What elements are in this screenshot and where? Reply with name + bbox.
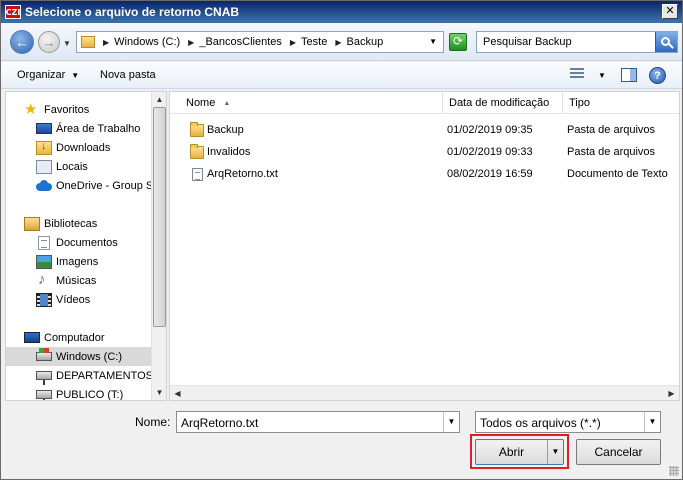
breadcrumb-backup[interactable]: ▶ Backup — [335, 36, 383, 48]
title-bar: CZI Selecione o arquivo de retorno CNAB … — [1, 1, 682, 23]
breadcrumb-teste[interactable]: ▶ Teste — [290, 36, 327, 48]
organize-button[interactable]: Organizar ▼ — [17, 69, 79, 81]
nav-favorites[interactable]: Favoritos — [6, 100, 152, 119]
navigation-bar: ← → ▼ ▶ Windows (C:) ▶ _BancosClientes ▶… — [1, 23, 682, 61]
folder-icon — [81, 36, 95, 48]
nav-item-onedrive[interactable]: OneDrive - Group So — [6, 176, 152, 195]
column-date-modified[interactable]: Data de modificação — [443, 92, 563, 114]
command-bar: Organizar ▼ Nova pasta ▼ ? — [1, 62, 682, 89]
file-type-filter[interactable]: Todos os arquivos (*.*) ▼ — [475, 411, 661, 433]
window-title: Selecione o arquivo de retorno CNAB — [25, 5, 240, 19]
arrow-right-icon: → — [42, 34, 56, 50]
search-input[interactable]: Pesquisar Backup — [483, 36, 572, 48]
nav-item-images[interactable]: Imagens — [6, 252, 152, 271]
nav-computer[interactable]: Computador — [6, 328, 152, 347]
image-icon — [36, 254, 52, 269]
preview-pane-icon[interactable] — [621, 68, 637, 82]
sort-ascending-icon: ▲ — [223, 99, 231, 107]
nav-item-drive-t[interactable]: PUBLICO (T:) — [6, 385, 152, 400]
chevron-right-icon[interactable]: ▶ — [335, 38, 341, 47]
file-row[interactable]: ArqRetorno.txt 08/02/2019 16:59 Document… — [170, 164, 679, 186]
document-icon — [38, 235, 50, 250]
file-list-hscrollbar[interactable]: ◀ ▶ — [170, 385, 679, 400]
file-row[interactable]: Backup 01/02/2019 09:35 Pasta de arquivo… — [170, 120, 679, 142]
scroll-up-icon[interactable]: ▲ — [152, 92, 166, 107]
breadcrumb-bancosclientes[interactable]: ▶ _BancosClientes — [188, 36, 282, 48]
computer-icon — [24, 332, 40, 343]
column-name[interactable]: Nome ▲ — [180, 92, 443, 114]
folder-icon — [190, 122, 204, 137]
file-open-dialog: CZI Selecione o arquivo de retorno CNAB … — [0, 0, 683, 480]
new-folder-button[interactable]: Nova pasta — [100, 69, 156, 81]
close-button[interactable]: ✕ — [662, 4, 678, 19]
navigation-pane: Favoritos Área de Trabalho Downloads Loc… — [5, 91, 167, 401]
nav-item-drive-s[interactable]: DEPARTAMENTOS (S — [6, 366, 152, 385]
view-options-icon[interactable] — [570, 68, 584, 81]
open-button[interactable]: Abrir ▼ — [475, 439, 564, 465]
nav-pane-scrollbar[interactable]: ▲ ▼ — [151, 92, 166, 400]
folder-icon — [190, 144, 204, 159]
nav-item-videos[interactable]: Vídeos — [6, 290, 152, 309]
refresh-icon: ⟳ — [452, 34, 464, 48]
text-file-icon — [192, 168, 203, 181]
network-drive-icon — [36, 390, 52, 400]
scroll-left-icon[interactable]: ◀ — [170, 386, 185, 400]
windows-drive-icon — [36, 348, 52, 361]
recent-locations-dropdown[interactable]: ▼ — [63, 39, 71, 48]
back-button[interactable]: ← — [10, 30, 34, 54]
caret-down-icon: ▼ — [71, 71, 80, 80]
column-header-row: Nome ▲ Data de modificação Tipo — [170, 92, 679, 114]
app-icon: CZI — [5, 5, 21, 19]
navigation-tree: Favoritos Área de Trabalho Downloads Loc… — [6, 92, 152, 400]
file-name-input[interactable]: ArqRetorno.txt ▼ — [176, 411, 460, 433]
scroll-right-icon[interactable]: ▶ — [664, 386, 679, 400]
chevron-down-icon[interactable]: ▼ — [443, 412, 459, 432]
downloads-icon — [36, 140, 52, 155]
arrow-left-icon: ← — [15, 34, 29, 50]
cancel-button[interactable]: Cancelar — [576, 439, 661, 465]
video-icon — [36, 292, 52, 307]
refresh-button[interactable]: ⟳ — [449, 33, 467, 51]
chevron-right-icon[interactable]: ▶ — [188, 38, 194, 47]
address-bar[interactable]: ▶ Windows (C:) ▶ _BancosClientes ▶ Teste… — [76, 31, 444, 53]
view-options-dropdown[interactable]: ▼ — [598, 71, 606, 80]
forward-button[interactable]: → — [38, 31, 60, 53]
search-box[interactable]: Pesquisar Backup — [476, 31, 678, 53]
nav-item-music[interactable]: Músicas — [6, 271, 152, 290]
cloud-icon — [36, 179, 52, 193]
nav-item-locais[interactable]: Locais — [6, 157, 152, 176]
chevron-right-icon[interactable]: ▶ — [290, 38, 296, 47]
file-list: Nome ▲ Data de modificação Tipo Backup 01… — [169, 91, 680, 401]
recent-places-icon — [36, 159, 52, 174]
scroll-thumb[interactable] — [153, 107, 166, 327]
music-icon — [36, 271, 52, 288]
breadcrumb-windows-c[interactable]: ▶ Windows (C:) — [103, 36, 180, 48]
desktop-icon — [36, 123, 52, 134]
chevron-down-icon[interactable]: ▼ — [644, 412, 660, 432]
address-history-dropdown[interactable]: ▼ — [429, 37, 437, 46]
nav-item-downloads[interactable]: Downloads — [6, 138, 152, 157]
file-row[interactable]: Invalidos 01/02/2019 09:33 Pasta de arqu… — [170, 142, 679, 164]
nav-item-documents[interactable]: Documentos — [6, 233, 152, 252]
network-drive-icon — [36, 371, 52, 385]
column-type[interactable]: Tipo — [563, 92, 679, 114]
file-name-label: Nome: — [135, 415, 171, 429]
chevron-down-icon[interactable]: ▼ — [547, 440, 563, 464]
nav-libraries[interactable]: Bibliotecas — [6, 214, 152, 233]
search-icon — [661, 36, 670, 46]
nav-item-drive-c[interactable]: Windows (C:) — [6, 347, 152, 366]
help-icon[interactable]: ? — [649, 67, 666, 84]
resize-grip-icon[interactable] — [669, 466, 679, 476]
nav-item-desktop[interactable]: Área de Trabalho — [6, 119, 152, 138]
search-button[interactable] — [655, 32, 677, 52]
chevron-right-icon[interactable]: ▶ — [103, 38, 109, 47]
star-icon — [24, 100, 40, 118]
scroll-down-icon[interactable]: ▼ — [152, 385, 166, 400]
library-icon — [24, 216, 40, 231]
